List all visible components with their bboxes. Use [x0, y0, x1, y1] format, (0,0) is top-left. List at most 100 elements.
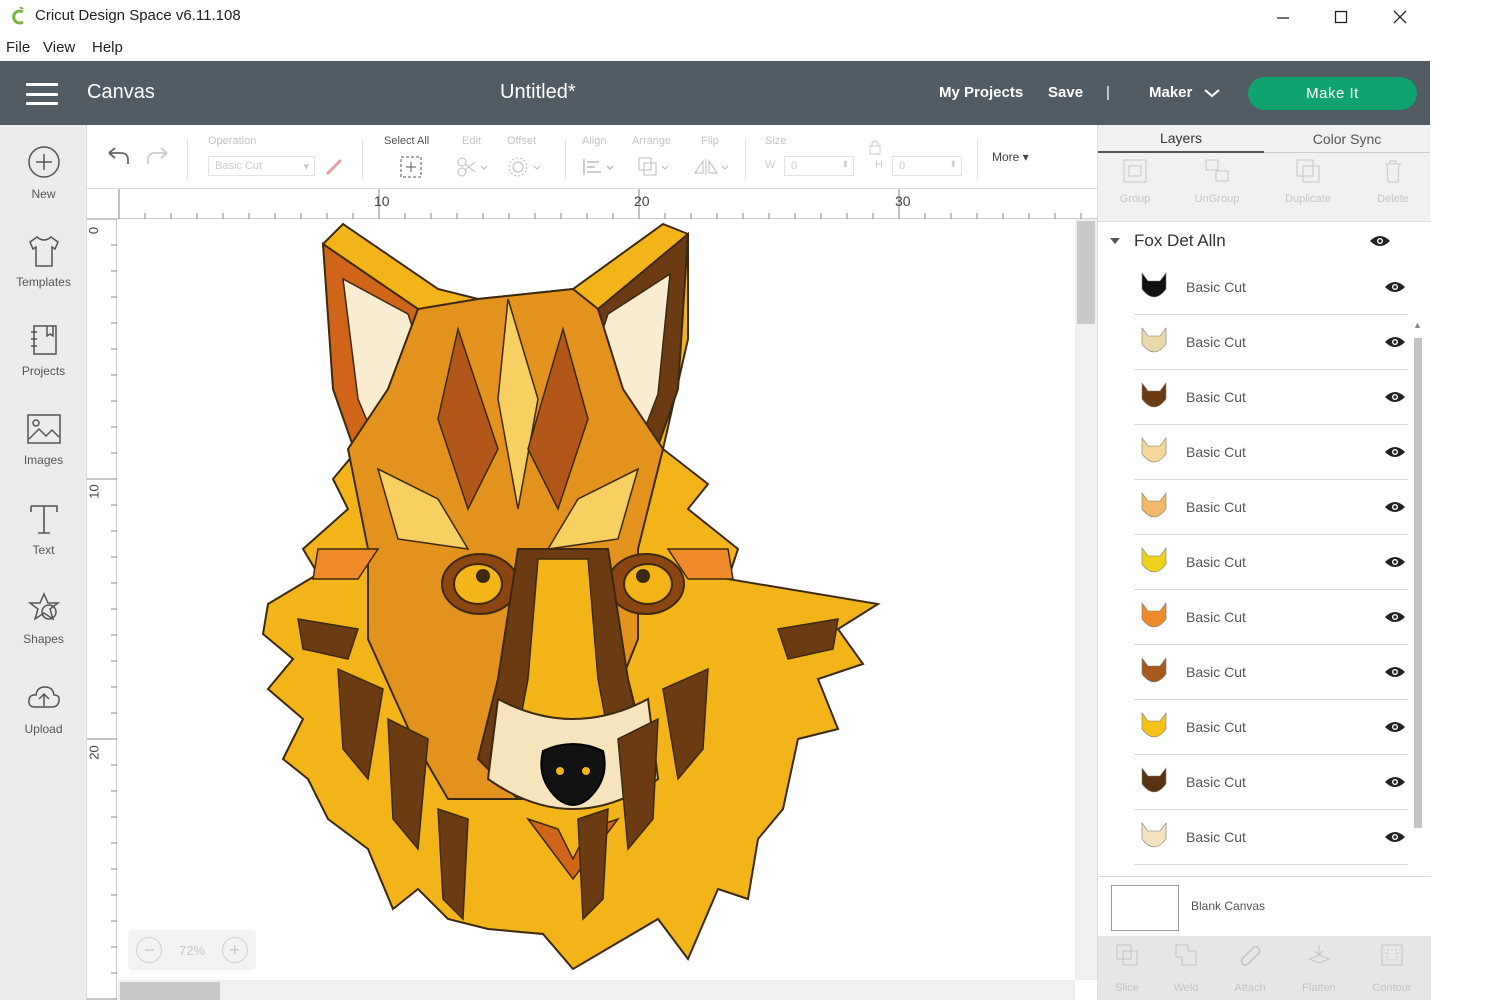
machine-select[interactable]: Maker	[1149, 84, 1221, 101]
my-projects-button[interactable]: My Projects	[939, 84, 1023, 101]
zoom-out-button[interactable]: −	[136, 937, 163, 963]
offset-icon[interactable]	[507, 155, 543, 179]
vertical-scrollbar[interactable]	[1075, 219, 1097, 980]
layer-row[interactable]: Basic Cut	[1134, 590, 1408, 645]
eye-icon[interactable]	[1384, 720, 1406, 734]
eye-icon[interactable]	[1384, 335, 1406, 349]
layer-bottom-toolbar: Slice Weld Attach Flatten Contour	[1098, 936, 1431, 1000]
sidebar-item-text[interactable]: Text	[0, 501, 87, 581]
scrollbar-thumb[interactable]	[120, 982, 220, 1000]
toolbar-divider	[745, 139, 746, 179]
eye-icon[interactable]	[1384, 610, 1406, 624]
layer-row[interactable]: Basic Cut	[1134, 535, 1408, 590]
sidebar-item-upload[interactable]: Upload	[0, 680, 87, 760]
align-icon[interactable]	[581, 155, 615, 179]
minimize-button[interactable]	[1260, 4, 1306, 30]
operation-select[interactable]: Basic Cut ▾	[208, 156, 315, 176]
eye-icon[interactable]	[1384, 280, 1406, 294]
lock-icon[interactable]	[867, 138, 883, 156]
sidebar-item-shapes[interactable]: Shapes	[0, 590, 87, 670]
eye-icon[interactable]	[1384, 500, 1406, 514]
cricut-logo-icon	[12, 6, 24, 25]
make-it-button[interactable]: Make It	[1248, 77, 1417, 110]
eye-icon[interactable]	[1384, 390, 1406, 404]
contour-button[interactable]: Contour	[1359, 942, 1425, 994]
height-input[interactable]: 0 ⬍	[892, 156, 962, 176]
hamburger-menu-icon[interactable]	[26, 83, 58, 105]
menu-help[interactable]: Help	[92, 39, 123, 56]
eye-icon[interactable]	[1369, 234, 1391, 248]
scrollbar-thumb[interactable]	[1414, 338, 1422, 828]
horizontal-scrollbar[interactable]	[118, 980, 1075, 1000]
toolbar-divider	[977, 139, 978, 179]
caret-down-icon[interactable]	[1110, 238, 1120, 244]
eye-icon[interactable]	[1384, 665, 1406, 679]
layer-group-row[interactable]: Fox Det Alln	[1098, 222, 1408, 260]
flip-icon[interactable]	[692, 155, 730, 179]
zoom-in-button[interactable]: +	[221, 937, 248, 963]
left-sidebar: New Templates Projects Images Text Shape…	[0, 125, 87, 1000]
layer-name: Basic Cut	[1186, 719, 1246, 735]
ungroup-button[interactable]: UnGroup	[1177, 157, 1257, 205]
edit-scissors-icon[interactable]	[455, 155, 489, 179]
stepper-icon: ⬍	[949, 159, 957, 169]
width-input[interactable]: 0 ⬍	[784, 156, 854, 176]
attach-button[interactable]: Attach	[1217, 942, 1283, 994]
sidebar-item-projects[interactable]: Projects	[0, 322, 87, 402]
layer-row[interactable]: Basic Cut	[1134, 370, 1408, 425]
close-button[interactable]	[1377, 4, 1423, 30]
header-separator: |	[1106, 84, 1110, 101]
more-button[interactable]: More ▾	[992, 150, 1029, 164]
layer-thumbnail	[1141, 602, 1167, 628]
layer-row[interactable]: Basic Cut	[1134, 810, 1408, 865]
slice-button[interactable]: Slice	[1094, 942, 1160, 994]
layer-row[interactable]: Basic Cut	[1134, 315, 1408, 370]
group-button[interactable]: Group	[1095, 157, 1175, 205]
offset-label: Offset	[507, 135, 537, 147]
machine-select-label: Maker	[1149, 84, 1193, 101]
sidebar-item-new[interactable]: New	[0, 145, 87, 225]
sidebar-item-images[interactable]: Images	[0, 411, 87, 491]
eye-icon[interactable]	[1384, 555, 1406, 569]
slice-icon	[1116, 944, 1138, 966]
flatten-button[interactable]: Flatten	[1286, 942, 1352, 994]
tab-layers[interactable]: Layers	[1098, 125, 1264, 153]
height-value: 0	[899, 160, 906, 172]
eye-icon[interactable]	[1384, 830, 1406, 844]
maximize-button[interactable]	[1318, 4, 1364, 30]
layer-row[interactable]: Basic Cut	[1134, 480, 1408, 535]
duplicate-button[interactable]: Duplicate	[1268, 157, 1348, 205]
layer-thumbnail	[1141, 327, 1167, 353]
save-button[interactable]: Save	[1048, 84, 1083, 101]
menu-file[interactable]: File	[6, 39, 30, 56]
layer-list-scrollbar[interactable]: ▲ ▼	[1411, 320, 1425, 876]
tab-color-sync[interactable]: Color Sync	[1264, 125, 1430, 153]
scroll-up-icon[interactable]: ▲	[1413, 320, 1422, 330]
layer-row[interactable]: Basic Cut	[1134, 645, 1408, 700]
sidebar-item-templates[interactable]: Templates	[0, 233, 87, 313]
blank-canvas-row[interactable]: Blank Canvas	[1098, 876, 1431, 936]
menu-view[interactable]: View	[43, 39, 75, 56]
select-all-icon[interactable]	[399, 155, 423, 179]
text-icon	[29, 505, 58, 534]
layer-row[interactable]: Basic Cut	[1134, 700, 1408, 755]
delete-button[interactable]: Delete	[1353, 157, 1433, 205]
layer-thumbnail	[1141, 822, 1167, 848]
undo-icon[interactable]	[105, 145, 131, 167]
pen-icon[interactable]	[324, 155, 346, 177]
scrollbar-thumb[interactable]	[1077, 221, 1095, 324]
eye-icon[interactable]	[1384, 445, 1406, 459]
layer-row[interactable]: Basic Cut	[1134, 755, 1408, 810]
layer-name: Basic Cut	[1186, 664, 1246, 680]
arrange-icon[interactable]	[636, 155, 670, 179]
fox-design-artwork[interactable]	[118, 219, 1075, 980]
eye-icon[interactable]	[1384, 775, 1406, 789]
design-canvas[interactable]	[118, 219, 1075, 980]
layer-name: Basic Cut	[1186, 774, 1246, 790]
redo-icon[interactable]	[145, 145, 171, 167]
layer-thumbnail	[1141, 712, 1167, 738]
layer-row[interactable]: Basic Cut	[1134, 425, 1408, 480]
weld-button[interactable]: Weld	[1153, 942, 1219, 994]
ruler-label: 30	[895, 193, 911, 209]
layer-row[interactable]: Basic Cut	[1134, 260, 1408, 315]
